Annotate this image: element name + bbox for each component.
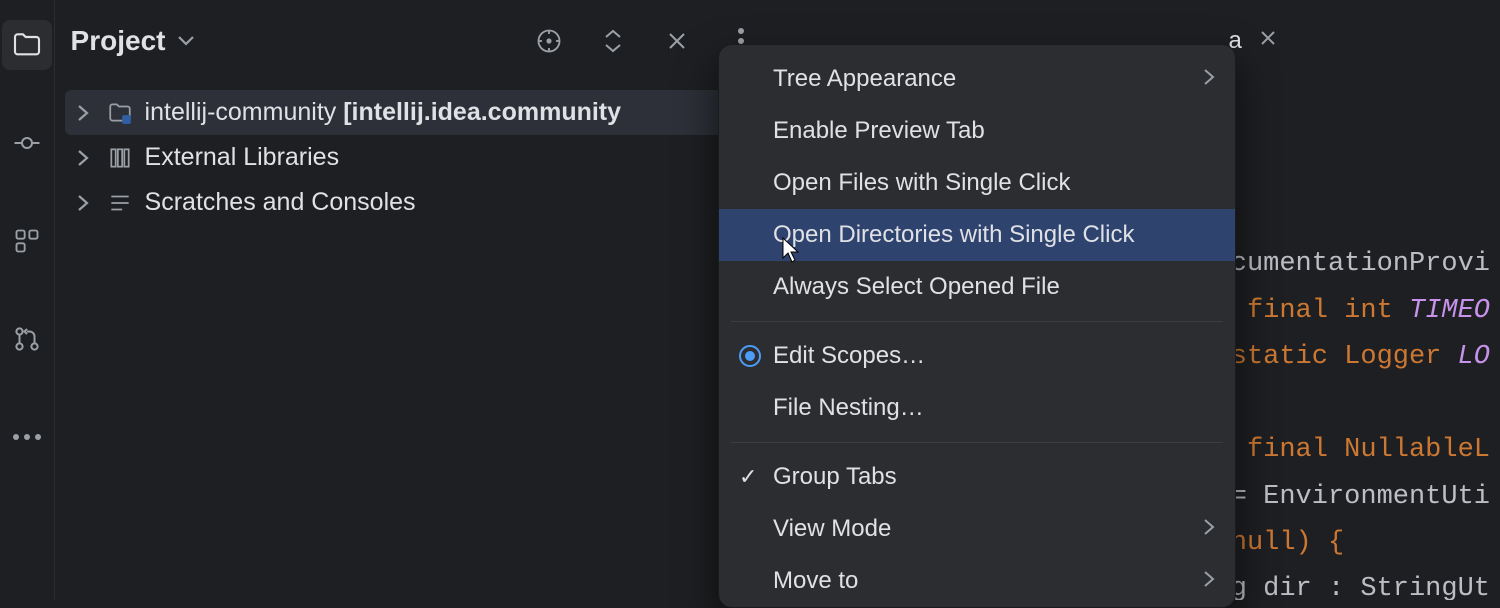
menu-item-tree-appearance[interactable]: Tree Appearance — [719, 53, 1235, 105]
project-folder-icon — [105, 100, 135, 126]
close-icon[interactable] — [1258, 27, 1278, 55]
menu-item-view-mode[interactable]: View Mode — [719, 503, 1235, 555]
menu-item-label: Edit Scopes… — [773, 342, 925, 370]
chevron-right-icon — [1203, 567, 1215, 595]
menu-item-label: View Mode — [773, 515, 891, 543]
tree-label: intellij-community [intellij.idea.commun… — [145, 98, 621, 127]
tree-row-external-libraries[interactable]: External Libraries — [65, 135, 765, 180]
chevron-right-icon — [1203, 65, 1215, 93]
menu-item-open-files-single-click[interactable]: Open Files with Single Click — [719, 157, 1235, 209]
chevron-down-icon — [177, 35, 195, 47]
tree-label: External Libraries — [145, 143, 340, 172]
tool-folder-icon[interactable] — [2, 20, 52, 70]
menu-item-label: Group Tabs — [773, 463, 897, 491]
menu-item-always-select-opened-file[interactable]: Always Select Opened File — [719, 261, 1235, 313]
tree-row-scratches[interactable]: Scratches and Consoles — [65, 180, 765, 225]
library-icon — [105, 145, 135, 171]
menu-item-label: Move to — [773, 567, 858, 595]
panel-title[interactable]: Project — [71, 25, 196, 57]
tree-row-project[interactable]: intellij-community [intellij.idea.commun… — [65, 90, 765, 135]
project-panel: Project — [55, 0, 775, 600]
tool-window-strip — [0, 0, 55, 600]
collapse-all-button[interactable] — [659, 23, 695, 59]
scratches-icon — [105, 190, 135, 216]
menu-item-label: Always Select Opened File — [773, 273, 1060, 301]
tree-label: Scratches and Consoles — [145, 188, 416, 217]
menu-item-label: Open Directories with Single Click — [773, 221, 1134, 249]
menu-item-label: Enable Preview Tab — [773, 117, 985, 145]
menu-item-enable-preview-tab[interactable]: Enable Preview Tab — [719, 105, 1235, 157]
chevron-right-icon[interactable] — [71, 104, 95, 122]
tool-more-icon[interactable] — [2, 412, 52, 462]
chevron-right-icon[interactable] — [71, 194, 95, 212]
menu-item-group-tabs[interactable]: ✓ Group Tabs — [719, 451, 1235, 503]
menu-item-open-directories-single-click[interactable]: Open Directories with Single Click — [719, 209, 1235, 261]
tool-commit-icon[interactable] — [2, 118, 52, 168]
panel-options-menu[interactable]: Tree Appearance Enable Preview Tab Open … — [718, 44, 1236, 608]
expand-all-button[interactable] — [595, 23, 631, 59]
tool-pullrequest-icon[interactable] — [2, 314, 52, 364]
select-opened-file-button[interactable] — [531, 23, 567, 59]
menu-separator — [731, 321, 1223, 322]
menu-item-label: File Nesting… — [773, 394, 924, 422]
menu-item-label: Open Files with Single Click — [773, 169, 1070, 197]
panel-title-label: Project — [71, 25, 166, 57]
tool-structure-icon[interactable] — [2, 216, 52, 266]
chevron-right-icon — [1203, 515, 1215, 543]
radio-icon — [739, 345, 761, 367]
chevron-right-icon[interactable] — [71, 149, 95, 167]
menu-item-move-to[interactable]: Move to — [719, 555, 1235, 607]
menu-separator — [731, 442, 1223, 443]
panel-header: Project — [55, 0, 775, 82]
project-tree[interactable]: intellij-community [intellij.idea.commun… — [55, 82, 775, 233]
check-icon: ✓ — [739, 464, 757, 490]
menu-item-label: Tree Appearance — [773, 65, 956, 93]
menu-item-file-nesting[interactable]: File Nesting… — [719, 382, 1235, 434]
menu-item-edit-scopes[interactable]: Edit Scopes… — [719, 330, 1235, 382]
